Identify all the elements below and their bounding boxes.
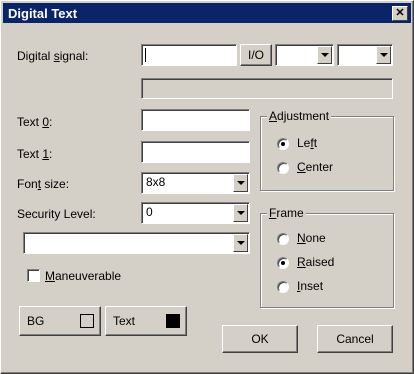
- text-color-label: Text: [113, 314, 136, 328]
- frame-group-title: Frame: [267, 206, 306, 220]
- adjust-center-radio[interactable]: [277, 162, 289, 174]
- adjustment-group: Adjustment Left Center: [260, 109, 394, 191]
- chevron-down-icon[interactable]: [317, 46, 332, 64]
- text-caret: [145, 48, 146, 62]
- font-size-label: Font size:: [17, 177, 70, 191]
- frame-none-radio[interactable]: [277, 233, 289, 245]
- maneuverable-checkbox[interactable]: [27, 269, 40, 282]
- frame-none-label[interactable]: None: [297, 231, 326, 245]
- digital-signal-label: Digital signal:: [17, 49, 89, 63]
- maneuverable-label: Maneuverable: [45, 269, 122, 283]
- text-color-swatch: [166, 314, 180, 328]
- bg-color-button[interactable]: BG: [19, 306, 101, 336]
- bg-label: BG: [27, 314, 45, 328]
- text1-label: Text 1:: [17, 147, 53, 161]
- chevron-down-icon[interactable]: [233, 204, 248, 222]
- signal-combo-2[interactable]: [337, 44, 393, 66]
- text-color-button[interactable]: Text: [105, 306, 187, 336]
- cancel-button[interactable]: Cancel: [317, 325, 393, 353]
- security-level-label: Security Level:: [17, 207, 96, 221]
- frame-inset-radio[interactable]: [277, 281, 289, 293]
- bg-color-swatch: [80, 314, 94, 328]
- io-button[interactable]: I/O: [240, 44, 272, 66]
- signal-expression-field: [141, 78, 393, 99]
- frame-inset-label[interactable]: Inset: [297, 279, 323, 293]
- text1-input[interactable]: [141, 141, 250, 163]
- adjust-left-label[interactable]: Left: [297, 136, 317, 150]
- chevron-down-icon[interactable]: [233, 174, 248, 192]
- adjustment-group-title: Adjustment: [267, 109, 332, 123]
- frame-raised-label[interactable]: Raised: [297, 255, 334, 269]
- text0-input[interactable]: [141, 109, 250, 131]
- close-icon: ✕: [395, 7, 405, 19]
- chevron-down-icon[interactable]: [233, 234, 248, 252]
- digital-signal-input[interactable]: [141, 44, 237, 66]
- chevron-down-icon[interactable]: [376, 46, 391, 64]
- security-level-select[interactable]: 0: [141, 202, 250, 224]
- signal-combo-1[interactable]: [275, 44, 334, 66]
- window-title: Digital Text: [8, 6, 78, 21]
- extra-combo[interactable]: [23, 232, 250, 254]
- digital-text-dialog: Digital Text ✕ Digital signal: I/O Text …: [0, 0, 414, 374]
- frame-raised-radio[interactable]: [277, 257, 289, 269]
- adjust-left-radio[interactable]: [277, 138, 289, 150]
- adjust-center-label[interactable]: Center: [297, 160, 333, 174]
- close-button[interactable]: ✕: [392, 6, 408, 21]
- font-size-select[interactable]: 8x8: [141, 172, 250, 194]
- title-bar: Digital Text ✕: [3, 3, 411, 23]
- frame-group: Frame None Raised Inset: [260, 206, 394, 308]
- ok-button[interactable]: OK: [222, 325, 298, 353]
- text0-label: Text 0:: [17, 115, 53, 129]
